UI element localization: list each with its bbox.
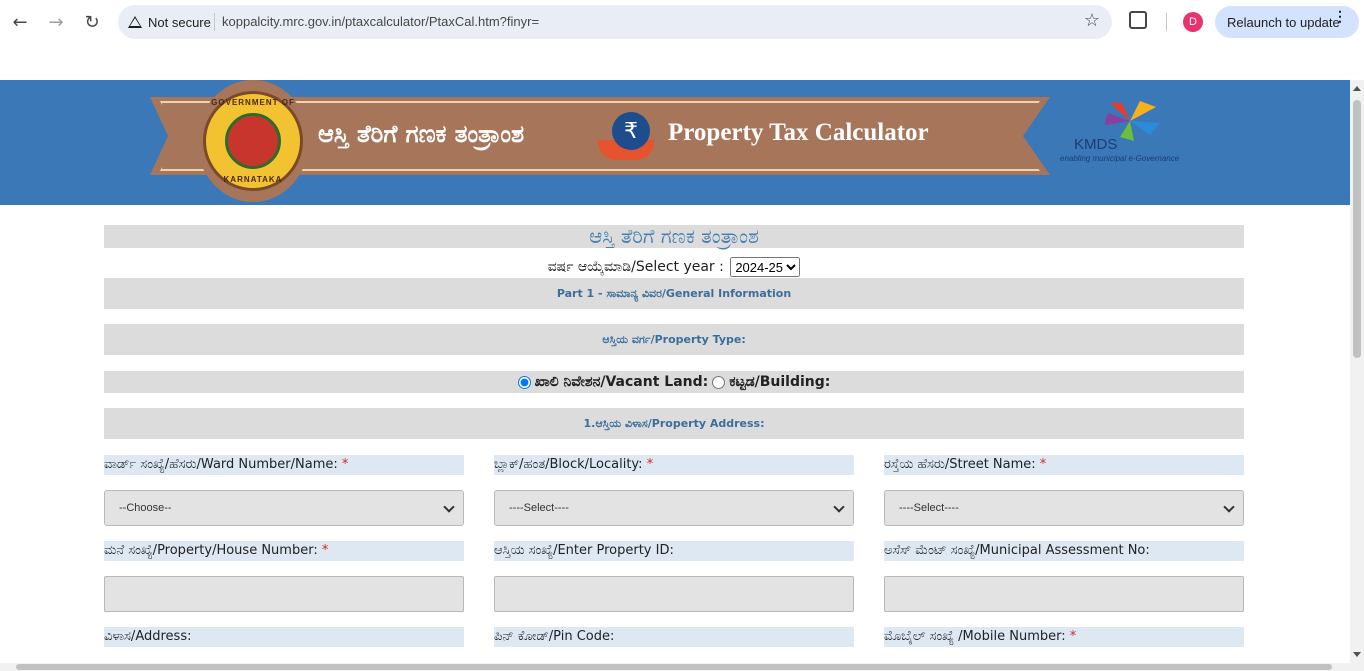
extensions-icon[interactable]	[1129, 11, 1147, 29]
horizontal-scrollbar[interactable]	[0, 663, 1364, 671]
ward-select-value: --Choose--	[119, 502, 172, 514]
street-select[interactable]: ----Select----	[884, 490, 1244, 526]
ward-label: ವಾರ್ಡ್ ಸಂಖ್ಯೆ/ಹೆಸರು/Ward Number/Name: *	[104, 455, 464, 475]
required-mark: *	[321, 543, 329, 558]
section-general-info: Part 1 - ಸಾಮಾನ್ಯ ವಿವರ/General Informatio…	[104, 278, 1244, 309]
assessment-no-input[interactable]	[884, 576, 1244, 612]
url-text[interactable]: koppalcity.mrc.gov.in/ptaxcalculator/Pta…	[222, 14, 539, 29]
required-mark: *	[646, 457, 654, 472]
security-label: Not secure	[148, 14, 211, 30]
page-title: ಆಸ್ತಿ ತೆರಿಗೆ ಗಣಕ ತಂತ್ರಾಂಶ	[104, 225, 1244, 248]
block-select[interactable]: ----Select----	[494, 490, 854, 526]
house-number-label: ಮನೆ ಸಂಖ್ಯೆ/Property/House Number: *	[104, 541, 464, 561]
property-type-row: ಖಾಲಿ ನಿವೇಶನ/Vacant Land: ಕಟ್ಟಡ/Building:	[104, 371, 1244, 393]
section-property-address: 1.ಆಸ್ತಿಯ ವಿಳಾಸ/Property Address:	[104, 408, 1244, 439]
kmds-tagline: enabling municipal e-Governance	[1060, 154, 1180, 163]
browser-toolbar: ← → ↻ Not secure koppalcity.mrc.gov.in/p…	[0, 0, 1364, 44]
block-label-text: ಬ್ಲಾಕ್/ಹಂತ/Block/Locality:	[494, 457, 643, 472]
mobile-number-label: ಮೊಬೈಲ್ ಸಂಖ್ಯೆ /Mobile Number: *	[884, 627, 1244, 647]
mobile-number-label-text: ಮೊಬೈಲ್ ಸಂಖ್ಯೆ /Mobile Number:	[884, 629, 1066, 644]
forward-arrow-icon[interactable]: →	[42, 8, 70, 36]
vertical-scrollbar[interactable]	[1350, 80, 1364, 663]
divider	[1166, 13, 1167, 31]
chevron-down-icon	[1223, 501, 1235, 513]
assessment-no-label: ಅಸೆಸ್ ಮೆಂಟ್ ಸಂಖ್ಯೆ/Municipal Assessment …	[884, 541, 1244, 561]
emblem-top-text: GOVERNMENT OF	[211, 98, 295, 107]
block-label: ಬ್ಲಾಕ್/ಹಂತ/Block/Locality: *	[494, 455, 854, 475]
karnataka-emblem: GOVERNMENT OF KARNATAKA	[197, 80, 309, 202]
block-select-value: ----Select----	[509, 502, 569, 514]
required-mark: *	[1039, 457, 1047, 472]
bookmark-star-icon[interactable]: ☆	[1084, 10, 1100, 31]
chevron-down-icon	[443, 501, 455, 513]
building-label: ಕಟ್ಟಡ/Building:	[729, 374, 831, 390]
chevron-down-icon	[833, 501, 845, 513]
year-row: ವರ್ಷ ಆಯ್ಕೆಮಾಡಿ/Select year : 2024-25	[104, 257, 1244, 279]
emblem-bottom-text: KARNATAKA	[223, 175, 283, 184]
required-mark: *	[341, 457, 349, 472]
house-number-label-text: ಮನೆ ಸಂಖ್ಯೆ/Property/House Number:	[104, 543, 318, 558]
security-chip[interactable]: Not secure	[128, 10, 211, 34]
kmds-logo-icon	[1104, 101, 1160, 141]
pin-code-label: ಪಿನ್ ಕೋಡ್/Pin Code:	[494, 627, 854, 647]
section-property-type: ಆಸ್ತಿಯ ವರ್ಗ/Property Type:	[104, 324, 1244, 355]
house-number-input[interactable]	[104, 576, 464, 612]
relaunch-label: Relaunch to update	[1227, 14, 1340, 30]
scrollbar-thumb[interactable]	[16, 664, 1332, 670]
reload-icon[interactable]: ↻	[78, 8, 106, 36]
scroll-down-arrow-icon[interactable]	[1353, 652, 1361, 657]
back-arrow-icon[interactable]: ←	[6, 8, 34, 36]
street-label: ರಸ್ತೆಯ ಹೆಸರು/Street Name: *	[884, 455, 1244, 475]
street-select-value: ----Select----	[899, 502, 959, 514]
property-id-input[interactable]	[494, 576, 854, 612]
address-bar[interactable]: Not secure koppalcity.mrc.gov.in/ptaxcal…	[118, 5, 1112, 39]
ward-label-text: ವಾರ್ಡ್ ಸಂಖ್ಯೆ/ಹೆಸರು/Ward Number/Name:	[104, 457, 338, 472]
emblem-crest-icon	[225, 113, 281, 169]
year-label: ವರ್ಷ ಆಯ್ಕೆಮಾಡಿ/Select year :	[547, 259, 724, 275]
vacant-land-label: ಖಾಲಿ ನಿವೇಶನ/Vacant Land:	[534, 374, 709, 390]
banner-title-kannada: ಆಸ್ತಿ ತೆರಿಗೆ ಗಣಕ ತಂತ್ರಾಂಶ	[318, 120, 525, 148]
divider	[214, 13, 215, 31]
property-id-label: ಆಸ್ತಿಯ ಸಂಖ್ಯೆ/Enter Property ID:	[494, 541, 854, 561]
year-select[interactable]: 2024-25	[730, 257, 801, 277]
profile-avatar[interactable]: D	[1183, 12, 1203, 32]
rupee-icon: ₹	[612, 112, 650, 150]
warning-icon	[128, 16, 142, 28]
required-mark: *	[1069, 629, 1077, 644]
emblem-ring: GOVERNMENT OF KARNATAKA	[203, 91, 303, 191]
kmds-name: KMDS	[1074, 136, 1118, 153]
address-label: ವಿಳಾಸ/Address:	[104, 627, 464, 647]
building-radio[interactable]	[712, 375, 726, 389]
scrollbar-thumb[interactable]	[1353, 100, 1361, 358]
ward-select[interactable]: --Choose--	[104, 490, 464, 526]
vacant-land-radio[interactable]	[517, 375, 531, 389]
banner-title-english: Property Tax Calculator	[668, 119, 929, 146]
relaunch-button[interactable]: Relaunch to update ⋮	[1215, 6, 1359, 38]
scroll-up-arrow-icon[interactable]	[1353, 86, 1361, 91]
more-menu-icon[interactable]: ⋮	[1333, 9, 1347, 23]
street-label-text: ರಸ್ತೆಯ ಹೆಸರು/Street Name:	[884, 457, 1036, 472]
